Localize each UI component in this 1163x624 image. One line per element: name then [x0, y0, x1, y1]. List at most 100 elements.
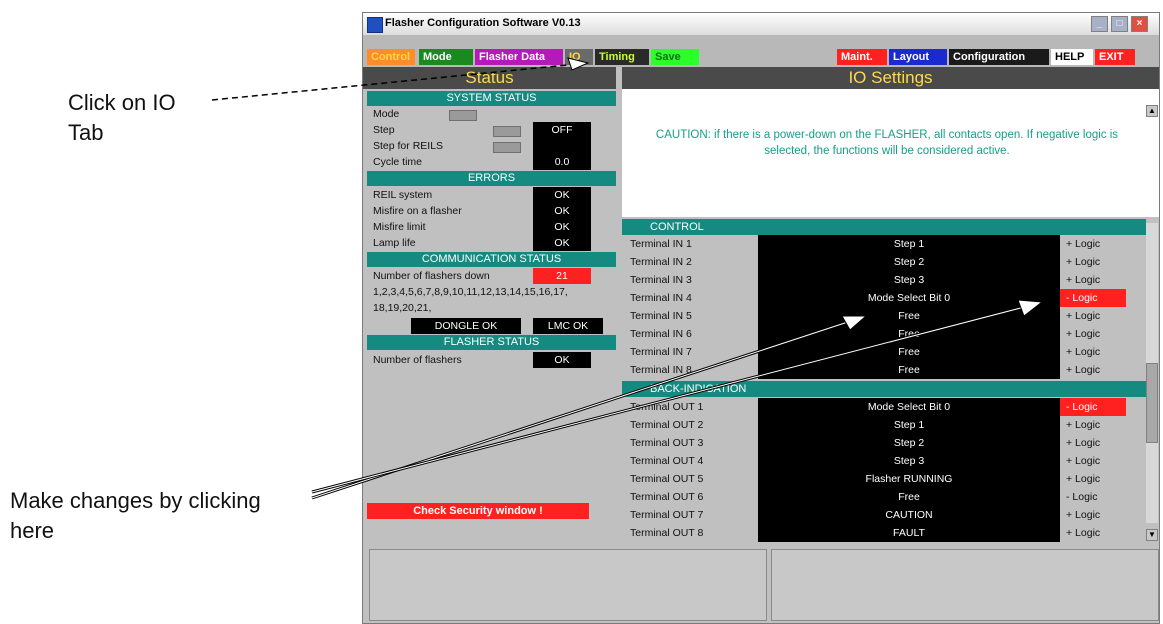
function-select[interactable]: Mode Select Bit 0 [758, 289, 1060, 307]
tab-exit[interactable]: EXIT [1095, 49, 1135, 65]
tab-help[interactable]: HELP [1051, 49, 1093, 65]
terminal-label: Terminal OUT 8 [630, 527, 704, 539]
tab-maint[interactable]: Maint. [837, 49, 887, 65]
communication-status-header: COMMUNICATION STATUS [367, 252, 616, 267]
maximize-button[interactable]: □ [1111, 16, 1128, 32]
terminal-label: Terminal OUT 5 [630, 473, 704, 485]
tab-flasher-data[interactable]: Flasher Data [475, 49, 563, 65]
function-select[interactable]: Flasher RUNNING [758, 470, 1060, 488]
io-row: Terminal OUT 6 Free - Logic [622, 488, 1146, 506]
terminal-label: Terminal OUT 2 [630, 419, 704, 431]
check-security-button[interactable]: Check Security window ! [367, 503, 589, 519]
io-row: Terminal OUT 2 Step 1 + Logic [622, 416, 1146, 434]
title-bar: Flasher Configuration Software V0.13 _ □… [363, 13, 1159, 36]
logic-toggle[interactable]: + Logic [1060, 343, 1126, 361]
step-control[interactable] [493, 126, 521, 137]
scroll-down-icon[interactable]: ▼ [1146, 529, 1158, 541]
step-reils-label: Step for REILS [373, 140, 444, 152]
function-select[interactable]: Step 2 [758, 434, 1060, 452]
function-select[interactable]: FAULT [758, 524, 1060, 542]
logic-toggle[interactable]: + Logic [1060, 361, 1126, 379]
logic-toggle[interactable]: - Logic [1060, 289, 1126, 307]
io-row: Terminal OUT 5 Flasher RUNNING + Logic [622, 470, 1146, 488]
function-select[interactable]: Step 3 [758, 271, 1060, 289]
logic-toggle[interactable]: - Logic [1060, 398, 1126, 416]
errors-header: ERRORS [367, 171, 616, 186]
function-select[interactable]: Free [758, 343, 1060, 361]
function-select[interactable]: Step 1 [758, 416, 1060, 434]
logic-toggle[interactable]: + Logic [1060, 253, 1126, 271]
io-row: Terminal OUT 7 CAUTION + Logic [622, 506, 1146, 524]
function-select[interactable]: Free [758, 325, 1060, 343]
function-select[interactable]: Mode Select Bit 0 [758, 398, 1060, 416]
function-select[interactable]: CAUTION [758, 506, 1060, 524]
logic-toggle[interactable]: + Logic [1060, 307, 1126, 325]
tab-mode[interactable]: Mode [419, 49, 473, 65]
cycle-time-value: 0.0 [533, 154, 591, 170]
lmc-status: LMC OK [533, 318, 603, 334]
function-select[interactable]: Free [758, 488, 1060, 506]
logic-toggle[interactable]: + Logic [1060, 506, 1126, 524]
flashers-list-line-1: 1,2,3,4,5,6,7,8,9,10,11,12,13,14,15,16,1… [373, 286, 568, 298]
terminal-label: Terminal IN 5 [630, 310, 692, 322]
misfire-limit-value: OK [533, 219, 591, 235]
io-row: Terminal OUT 4 Step 3 + Logic [622, 452, 1146, 470]
app-window: Flasher Configuration Software V0.13 _ □… [362, 12, 1160, 624]
cycle-time-label: Cycle time [373, 156, 423, 168]
reil-value: OK [533, 187, 591, 203]
io-row: Terminal IN 4 Mode Select Bit 0- Logic [622, 289, 1146, 307]
tab-bar: Control Mode Flasher Data IO Timing Save Main… [363, 35, 1159, 67]
system-status-header: SYSTEM STATUS [367, 91, 616, 106]
io-row: Terminal IN 7 Free + Logic [622, 343, 1146, 361]
tab-layout[interactable]: Layout [889, 49, 947, 65]
io-row: Terminal OUT 3 Step 2 + Logic [622, 434, 1146, 452]
io-settings-header: IO Settings [622, 67, 1159, 89]
logic-toggle[interactable]: + Logic [1060, 235, 1126, 253]
logic-toggle[interactable]: + Logic [1060, 271, 1126, 289]
num-flashers-value: OK [533, 352, 591, 368]
tab-io[interactable]: IO [565, 49, 593, 65]
tab-save[interactable]: Save [651, 49, 699, 65]
io-row: Terminal OUT 8 FAULT + Logic [622, 524, 1146, 542]
function-select[interactable]: Step 2 [758, 253, 1060, 271]
tab-configuration[interactable]: Configuration [949, 49, 1049, 65]
logic-toggle[interactable]: + Logic [1060, 470, 1126, 488]
tab-timing[interactable]: Timing [595, 49, 649, 65]
terminal-label: Terminal IN 8 [630, 364, 692, 376]
terminal-label: Terminal OUT 6 [630, 491, 704, 503]
io-row: Terminal IN 6 Free + Logic [622, 325, 1146, 343]
logic-toggle[interactable]: + Logic [1060, 524, 1126, 542]
terminal-label: Terminal IN 6 [630, 328, 692, 340]
function-select[interactable]: Free [758, 307, 1060, 325]
minimize-button[interactable]: _ [1091, 16, 1108, 32]
misfire-label: Misfire on a flasher [373, 205, 462, 217]
io-row: Terminal OUT 1 Mode Select Bit 0- Logic [622, 398, 1146, 416]
logic-toggle[interactable]: + Logic [1060, 416, 1126, 434]
io-row: Terminal IN 1 Step 1 + Logic [622, 235, 1146, 253]
dongle-status: DONGLE OK [411, 318, 521, 334]
step-reils-control[interactable] [493, 142, 521, 153]
function-select[interactable]: Step 3 [758, 452, 1060, 470]
terminal-label: Terminal OUT 1 [630, 401, 704, 413]
tab-control[interactable]: Control [367, 49, 415, 65]
terminal-label: Terminal OUT 7 [630, 509, 704, 521]
terminal-label: Terminal IN 2 [630, 256, 692, 268]
io-tab-callout: Click on IO Tab [68, 90, 176, 145]
logic-toggle[interactable]: + Logic [1060, 325, 1126, 343]
function-select[interactable]: Free [758, 361, 1060, 379]
caution-text: CAUTION: if there is a power-down on the… [655, 129, 1119, 157]
logic-toggle[interactable]: + Logic [1060, 452, 1126, 470]
io-row: Terminal IN 8 Free + Logic [622, 361, 1146, 379]
function-select[interactable]: Step 1 [758, 235, 1060, 253]
scrollbar-thumb[interactable] [1146, 363, 1158, 443]
scroll-up-icon[interactable]: ▲ [1146, 105, 1158, 117]
num-flashers-label: Number of flashers [373, 354, 462, 366]
close-button[interactable]: × [1131, 16, 1148, 32]
logic-toggle[interactable]: + Logic [1060, 434, 1126, 452]
logic-toggle[interactable]: - Logic [1060, 488, 1126, 506]
step-reils-value [533, 138, 591, 154]
control-section-header: CONTROL [622, 219, 1146, 235]
mode-label: Mode [373, 108, 400, 120]
terminal-label: Terminal OUT 4 [630, 455, 704, 467]
mode-control[interactable] [449, 110, 477, 121]
